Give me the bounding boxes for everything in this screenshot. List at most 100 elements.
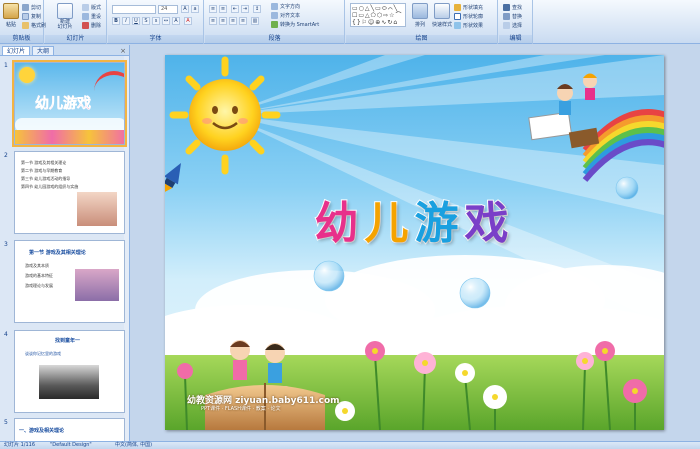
slide-editor: 幼儿游戏 幼教资源网 ziyuan.baby611.com PPT课件 · FL… — [131, 45, 700, 441]
increase-indent-button[interactable]: ⇥ — [241, 5, 249, 13]
cut-button[interactable]: 剪切 — [22, 3, 41, 11]
thumb-photo — [77, 192, 117, 226]
align-right-button[interactable]: ≡ — [229, 17, 237, 25]
status-bar: 幻灯片 1/116 "Default Design" 中文(简体, 中国) — [0, 441, 700, 449]
thumb-title: 第一节 游戏及其相关理论 — [29, 250, 86, 256]
select-button[interactable]: 选择 — [503, 21, 522, 29]
shape-outline-button[interactable]: 形状轮廓 — [454, 12, 483, 20]
quick-styles-icon[interactable] — [434, 3, 450, 19]
slides-group: 新建 幻灯片 版式 重设 删除 幻灯片 — [45, 0, 107, 44]
thumb-title: 幼儿游戏 — [35, 96, 92, 113]
replace-icon — [503, 12, 510, 20]
slide-number: 3 — [4, 241, 8, 248]
layout-icon — [82, 3, 89, 11]
slide-thumbnail-5[interactable]: 一、游戏及相关理论 — [14, 418, 125, 441]
slide-number: 1 — [4, 62, 8, 69]
slide-thumbnail-3[interactable]: 第一节 游戏及其相关理论 游戏及其本质 游戏的基本特征 游戏理论与发展 — [14, 240, 125, 323]
font-name-combo[interactable] — [112, 5, 156, 14]
format-painter-button[interactable]: 格式刷 — [22, 21, 46, 29]
delete-icon — [82, 21, 89, 29]
smartart-button[interactable]: 转换为 SmartArt — [271, 20, 319, 28]
decrease-indent-button[interactable]: ⇤ — [231, 5, 239, 13]
font-color-button[interactable]: A — [184, 17, 192, 25]
shape-fill-button[interactable]: 形状填充 — [454, 3, 483, 11]
shadow-button[interactable]: s — [152, 17, 160, 25]
shapes-gallery[interactable]: ▭○△╲▭⬭⌒╲ ☐▭△⬠⬡⇨☆⌒ {}⚐☺⊕∿↻⌂ — [350, 3, 406, 27]
columns-button[interactable]: ▥ — [251, 17, 259, 25]
title-char-2: 儿 — [364, 197, 415, 250]
layout-button[interactable]: 版式 — [82, 3, 101, 11]
quick-styles-button[interactable]: 快速样式 — [429, 21, 455, 28]
brush-icon — [22, 21, 29, 29]
drawing-group-label: 绘图 — [346, 35, 497, 43]
line-spacing-button[interactable]: ↕ — [253, 5, 261, 13]
numbering-button[interactable]: ≡ — [219, 5, 227, 13]
smartart-icon — [271, 20, 278, 28]
bold-button[interactable]: B — [112, 17, 120, 25]
thumb-line: 第一节 游戏及其相关理论 — [21, 160, 67, 165]
slide-counter: 幻灯片 1/116 — [4, 442, 35, 448]
thumb-title: 一、游戏及相关理论 — [19, 428, 65, 434]
case-button[interactable]: A — [172, 17, 180, 25]
new-slide-icon[interactable] — [57, 3, 73, 19]
delete-button[interactable]: 删除 — [82, 21, 101, 29]
tab-outline[interactable]: 大纲 — [32, 46, 55, 55]
title-char-3: 游 — [414, 197, 465, 250]
strike-button[interactable]: S — [142, 17, 150, 25]
copy-button[interactable]: 复制 — [22, 12, 41, 20]
ribbon: 粘贴 剪切 复制 格式刷 剪贴板 新建 幻灯片 版式 重设 删除 幻灯片 24 … — [0, 0, 700, 44]
slide-thumbnail-2[interactable]: 第一节 游戏及其相关理论 第二节 游戏与早期教育 第三节 幼儿游戏活动的指导 第… — [14, 151, 125, 234]
tab-slides[interactable]: 幻灯片 — [2, 46, 31, 55]
spacing-button[interactable]: ↔ — [162, 17, 170, 25]
font-group-label: 字体 — [108, 35, 203, 43]
slide-canvas[interactable]: 幼儿游戏 幼教资源网 ziyuan.baby611.com PPT课件 · FL… — [165, 55, 664, 430]
thumb-photo — [39, 365, 99, 399]
reset-icon — [82, 12, 89, 20]
drawing-group: ▭○△╲▭⬭⌒╲ ☐▭△⬠⬡⇨☆⌒ {}⚐☺⊕∿↻⌂ 排列 快速样式 形状填充 形状… — [346, 0, 498, 44]
editing-group: 查找 替换 选择 编辑 — [499, 0, 533, 44]
slide-number: 5 — [4, 419, 8, 426]
paragraph-group-label: 段落 — [205, 35, 344, 43]
find-button[interactable]: 查找 — [503, 3, 522, 11]
thumb-rainbow — [94, 71, 124, 91]
font-group: 24 A a B I U S s ↔ A A 字体 — [108, 0, 204, 44]
italic-button[interactable]: I — [122, 17, 130, 25]
paste-icon[interactable] — [3, 3, 19, 19]
shrink-font-button[interactable]: a — [191, 5, 199, 13]
thumb-line: 第三节 幼儿游戏活动的指导 — [21, 176, 71, 181]
replace-button[interactable]: 替换 — [503, 12, 522, 20]
new-slide-button[interactable]: 新建 幻灯片 — [51, 20, 79, 30]
paste-button[interactable]: 粘贴 — [2, 21, 20, 28]
copy-icon — [22, 12, 29, 20]
title-char-1: 幼 — [314, 197, 365, 250]
slide-title[interactable]: 幼儿游戏 — [165, 187, 664, 251]
binoculars-icon — [503, 3, 510, 11]
bullets-button[interactable]: ≡ — [209, 5, 217, 13]
arrange-button[interactable]: 排列 — [409, 21, 431, 28]
theme-name: "Default Design" — [50, 442, 92, 448]
reset-button[interactable]: 重设 — [82, 12, 101, 20]
cursor-icon — [503, 21, 510, 29]
align-text-button[interactable]: 对齐文本 — [271, 11, 300, 19]
grow-font-button[interactable]: A — [181, 5, 189, 13]
watermark-subtitle: PPT课件 · FLASH课件 · 教案 · 论文 — [201, 406, 281, 412]
thumb-line: 第四节 幼儿园游戏的组织与实施 — [21, 184, 79, 189]
align-text-icon — [271, 11, 278, 19]
arrange-icon[interactable] — [412, 3, 428, 19]
align-left-button[interactable]: ≡ — [209, 17, 217, 25]
justify-button[interactable]: ≡ — [239, 17, 247, 25]
thumb-line: 游戏理论与发展 — [25, 283, 53, 288]
slide-thumbnail-4[interactable]: 找到童年一 谈谈你记忆里的游戏 — [14, 330, 125, 413]
shape-effects-button[interactable]: 形状效果 — [454, 21, 483, 29]
align-center-button[interactable]: ≡ — [219, 17, 227, 25]
close-icon[interactable]: × — [120, 47, 126, 55]
font-size-combo[interactable]: 24 — [158, 5, 178, 14]
underline-button[interactable]: U — [132, 17, 140, 25]
text-direction-button[interactable]: 文字方向 — [271, 2, 300, 10]
text-direction-icon — [271, 2, 278, 10]
slide-thumbnail-1[interactable]: 幼儿游戏 — [12, 60, 127, 147]
title-char-4: 戏 — [464, 197, 515, 250]
slide-number: 4 — [4, 331, 8, 338]
thumb-photo — [75, 269, 119, 301]
thumb-line: 谈谈你记忆里的游戏 — [25, 351, 61, 356]
